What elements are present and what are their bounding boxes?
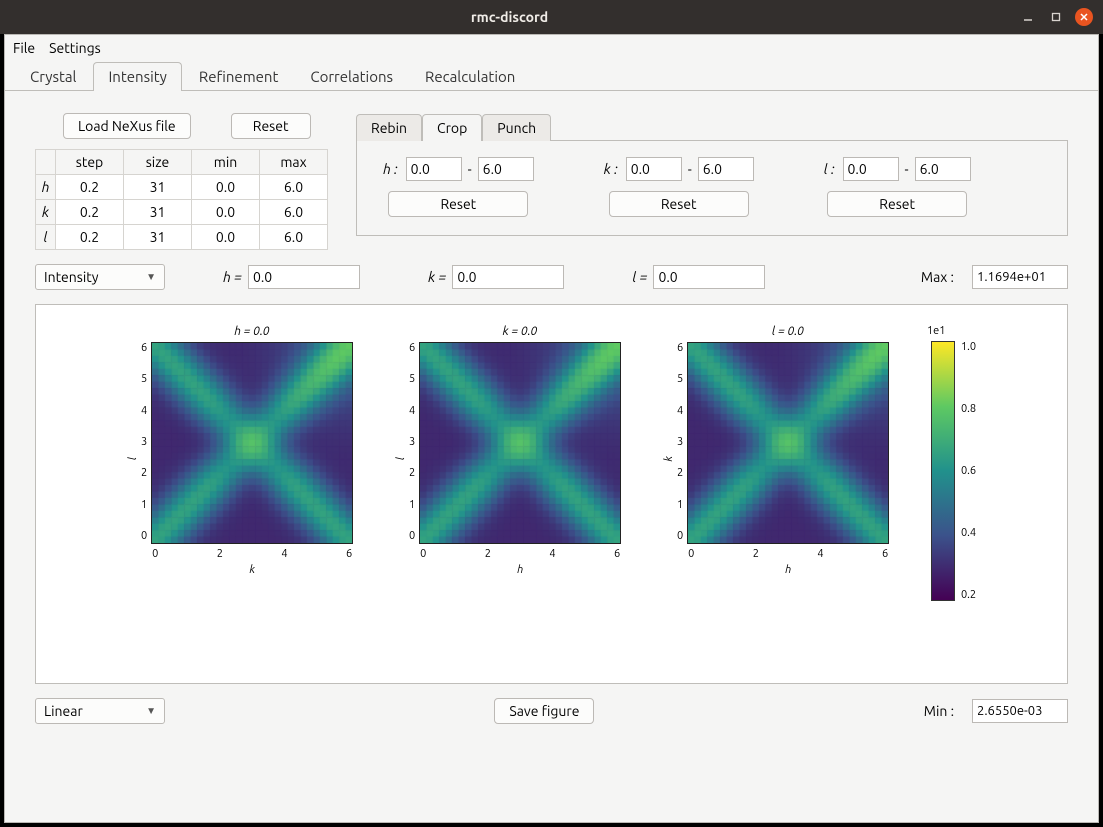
menu-settings[interactable]: Settings xyxy=(49,40,101,56)
crop-k-dash: - xyxy=(688,161,692,177)
slice-l-label: l = xyxy=(632,269,647,285)
grid-k-min[interactable]: 0.0 xyxy=(192,200,260,225)
grid-l-max[interactable]: 6.0 xyxy=(260,225,328,250)
grid-h-step[interactable]: 0.2 xyxy=(56,175,124,200)
grid-header-step: step xyxy=(56,150,124,175)
view-mode-value: Intensity xyxy=(44,269,99,285)
min-label: Min : xyxy=(924,703,954,719)
grid-l-size[interactable]: 31 xyxy=(124,225,192,250)
grid-l-min[interactable]: 0.0 xyxy=(192,225,260,250)
colorbar-ticks: 1.0 0.8 0.6 0.4 0.2 xyxy=(961,341,976,601)
plot3-xlabel: h xyxy=(785,564,791,576)
maximize-icon[interactable] xyxy=(1047,8,1065,26)
plot1-xlabel: k xyxy=(249,564,255,576)
crop-l-label: l : xyxy=(824,161,835,177)
plot2-ylabel: l xyxy=(395,457,407,460)
grid-header-max: max xyxy=(260,150,328,175)
plot1-ylabel: l xyxy=(127,457,139,460)
plot2-title: k = 0.0 xyxy=(395,325,645,338)
close-icon[interactable] xyxy=(1075,8,1093,26)
plot3-xticks: 0246 xyxy=(688,544,888,560)
plot1-title: h = 0.0 xyxy=(127,325,377,338)
plot1-xticks: 0246 xyxy=(152,544,352,560)
crop-k-hi-input[interactable] xyxy=(698,157,754,181)
grid-k-max[interactable]: 6.0 xyxy=(260,200,328,225)
grid-row-h: h 0.2 31 0.0 6.0 xyxy=(36,175,328,200)
tab-correlations[interactable]: Correlations xyxy=(295,62,408,91)
crop-k-lo-input[interactable] xyxy=(626,157,682,181)
grid-h-max[interactable]: 6.0 xyxy=(260,175,328,200)
max-label: Max : xyxy=(921,269,954,285)
colorbar xyxy=(931,341,955,601)
plot2-xticks: 0246 xyxy=(420,544,620,560)
crop-h-dash: - xyxy=(468,161,472,177)
plot3-title: l = 0.0 xyxy=(663,325,913,338)
min-value-field[interactable] xyxy=(972,699,1068,723)
grid-header-min: min xyxy=(192,150,260,175)
grid-row-k: k 0.2 31 0.0 6.0 xyxy=(36,200,328,225)
plot3-yticks: 6543210 xyxy=(677,342,687,542)
crop-l-reset-button[interactable]: Reset xyxy=(827,191,967,217)
grid-row-l: l 0.2 31 0.0 6.0 xyxy=(36,225,328,250)
plot3-ylabel: k xyxy=(663,456,675,462)
crop-h-lo-input[interactable] xyxy=(406,157,462,181)
load-nexus-button[interactable]: Load NeXus file xyxy=(63,113,191,139)
window-title: rmc-discord xyxy=(10,9,1009,25)
grid-header-size: size xyxy=(124,150,192,175)
plot2-xlabel: h xyxy=(517,564,523,576)
grid-axis-l: l xyxy=(36,225,56,250)
slice-k-label: k = xyxy=(428,269,446,285)
chevron-down-icon: ▼ xyxy=(146,705,156,717)
scale-value: Linear xyxy=(44,703,83,719)
tab-refinement[interactable]: Refinement xyxy=(184,62,294,91)
axes-grid-table: step size min max h 0.2 31 0.0 6.0 k xyxy=(35,149,328,250)
plot1-yticks: 6543210 xyxy=(141,342,151,542)
titlebar: rmc-discord xyxy=(0,0,1103,34)
crop-h-hi-input[interactable] xyxy=(478,157,534,181)
plot2-canvas xyxy=(419,342,621,544)
view-mode-combo[interactable]: Intensity ▼ xyxy=(35,264,165,290)
innertab-punch[interactable]: Punch xyxy=(482,114,551,141)
scale-combo[interactable]: Linear ▼ xyxy=(35,698,165,724)
crop-h-label: h : xyxy=(383,161,398,177)
tab-intensity[interactable]: Intensity xyxy=(93,62,181,91)
grid-h-min[interactable]: 0.0 xyxy=(192,175,260,200)
chevron-down-icon: ▼ xyxy=(146,271,156,283)
menubar: File Settings xyxy=(5,35,1098,61)
main-tabbar: Crystal Intensity Refinement Correlation… xyxy=(5,61,1098,91)
grid-header-blank xyxy=(36,150,56,175)
slice-h-label: h = xyxy=(223,269,242,285)
minimize-icon[interactable] xyxy=(1019,8,1037,26)
grid-k-step[interactable]: 0.2 xyxy=(56,200,124,225)
grid-l-step[interactable]: 0.2 xyxy=(56,225,124,250)
grid-axis-h: h xyxy=(36,175,56,200)
colorbar-exponent: 1e1 xyxy=(927,325,945,337)
grid-k-size[interactable]: 31 xyxy=(124,200,192,225)
plot3-canvas xyxy=(687,342,889,544)
slice-k-input[interactable] xyxy=(452,265,564,289)
reset-all-button[interactable]: Reset xyxy=(231,113,311,139)
innertab-crop[interactable]: Crop xyxy=(422,114,482,141)
menu-file[interactable]: File xyxy=(13,40,35,56)
plot1-canvas xyxy=(151,342,353,544)
innertab-rebin[interactable]: Rebin xyxy=(356,114,422,141)
slice-l-input[interactable] xyxy=(653,265,765,289)
grid-axis-k: k xyxy=(36,200,56,225)
tab-recalculation[interactable]: Recalculation xyxy=(410,62,530,91)
crop-k-label: k : xyxy=(604,161,618,177)
tab-crystal[interactable]: Crystal xyxy=(15,62,91,91)
save-figure-button[interactable]: Save figure xyxy=(494,698,594,724)
grid-h-size[interactable]: 31 xyxy=(124,175,192,200)
crop-l-hi-input[interactable] xyxy=(915,157,971,181)
crop-l-dash: - xyxy=(905,161,909,177)
crop-h-reset-button[interactable]: Reset xyxy=(388,191,528,217)
plot2-yticks: 6543210 xyxy=(409,342,419,542)
max-value-field[interactable] xyxy=(972,265,1068,289)
crop-l-lo-input[interactable] xyxy=(843,157,899,181)
slice-h-input[interactable] xyxy=(248,265,360,289)
crop-k-reset-button[interactable]: Reset xyxy=(609,191,749,217)
plot-frame: h = 0.0 l 6543210 0246 k xyxy=(35,304,1068,684)
